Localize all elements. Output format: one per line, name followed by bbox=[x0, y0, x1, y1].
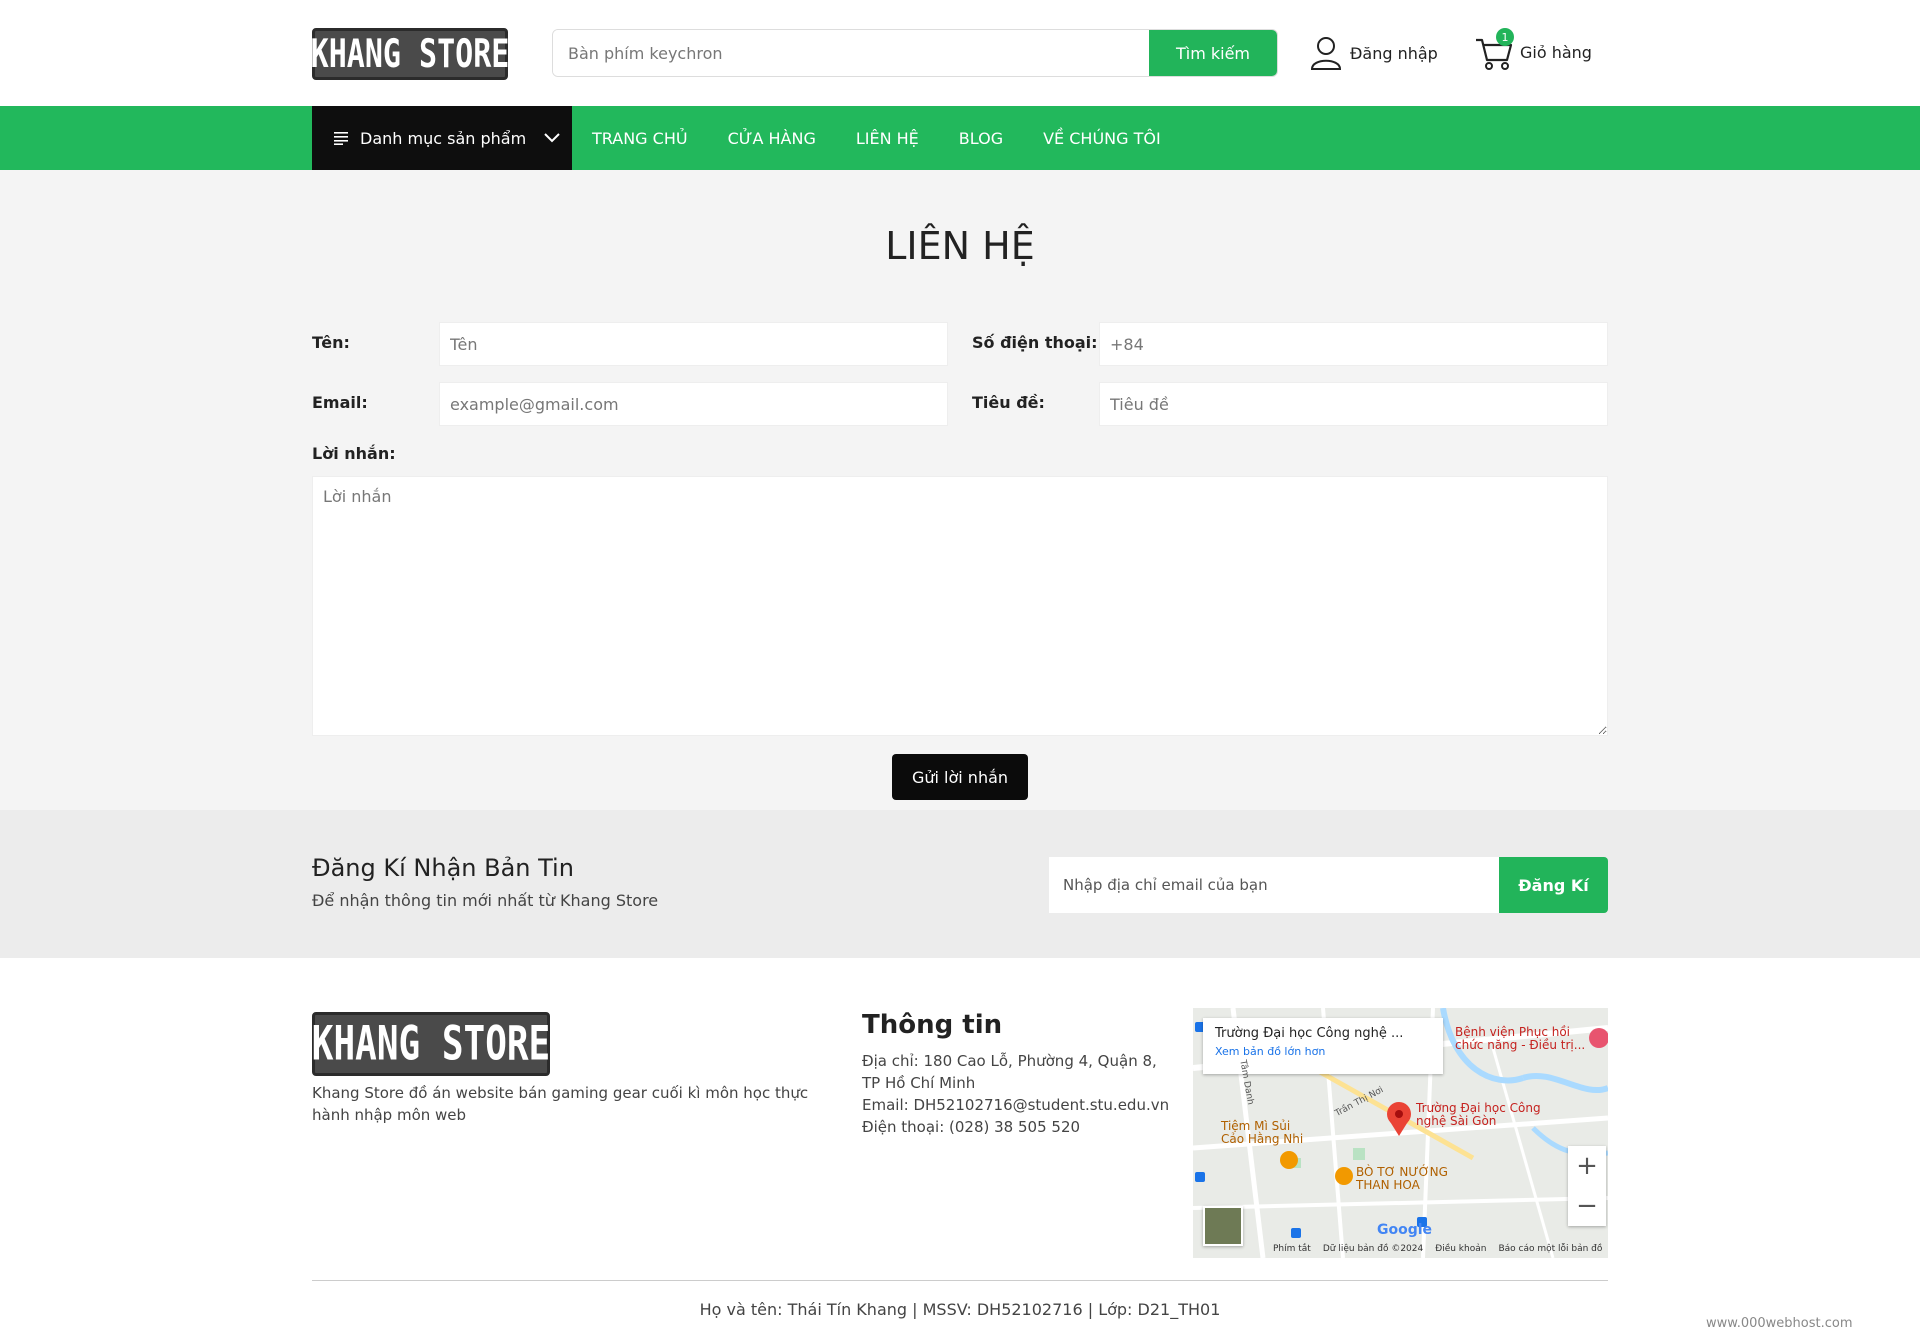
map-data: Dữ liệu bản đồ ©2024 bbox=[1322, 1244, 1424, 1254]
newsletter-title: Đăng Kí Nhận Bản Tin bbox=[312, 854, 574, 882]
category-menu-label: Danh mục sản phẩm bbox=[360, 128, 527, 148]
zoom-in-button[interactable]: + bbox=[1568, 1146, 1606, 1186]
search-button[interactable]: Tìm kiếm bbox=[1149, 30, 1277, 76]
newsletter-subscribe-button[interactable]: Đăng Kí bbox=[1499, 857, 1608, 913]
search-bar: Tìm kiếm bbox=[552, 29, 1278, 77]
nav-links: TRANG CHỦ CỬA HÀNG LIÊN HỆ BLOG VỀ CHÚNG… bbox=[592, 106, 1201, 170]
store-logo-text: KHANG STORE bbox=[310, 31, 510, 77]
email-label: Email: bbox=[312, 393, 368, 412]
newsletter-subtitle: Để nhận thông tin mới nhất từ Khang Stor… bbox=[312, 891, 659, 910]
footer-description: Khang Store đồ án website bán gaming gea… bbox=[312, 1084, 809, 1124]
main-nav: Danh mục sản phẩm TRANG CHỦ CỬA HÀNG LIÊ… bbox=[0, 106, 1920, 170]
user-icon bbox=[1310, 37, 1342, 70]
footer-address: Địa chỉ: 180 Cao Lỗ, Phường 4, Quận 8, T… bbox=[862, 1052, 1157, 1092]
cart-count-badge: 1 bbox=[1496, 28, 1514, 46]
footer-email: Email: DH52102716@student.stu.edu.vn bbox=[862, 1096, 1170, 1114]
map-card-title: Trường Đại học Công nghệ ... bbox=[1215, 1026, 1404, 1041]
name-label: Tên: bbox=[312, 333, 350, 352]
footer-credit: Họ và tên: Thái Tín Khang | MSSV: DH5210… bbox=[699, 1300, 1221, 1319]
login-label: Đăng nhập bbox=[1350, 43, 1438, 63]
footer-info: Địa chỉ: 180 Cao Lỗ, Phường 4, Quận 8, T… bbox=[862, 1050, 1172, 1138]
map-larger-link[interactable]: Xem bản đồ lớn hơn bbox=[1215, 1045, 1431, 1058]
google-map[interactable]: Trường Đại học Công nghệ ... Xem bản đồ … bbox=[1193, 1008, 1608, 1258]
store-logo[interactable]: KHANG STORE bbox=[310, 28, 510, 80]
nav-about[interactable]: VỀ CHÚNG TÔI bbox=[1043, 129, 1161, 148]
footer-phone: Điện thoại: (028) 38 505 520 bbox=[862, 1118, 1081, 1136]
list-icon bbox=[334, 132, 348, 145]
message-label: Lời nhắn: bbox=[312, 444, 396, 463]
chevron-down-icon bbox=[544, 133, 560, 143]
newsletter-section: Đăng Kí Nhận Bản Tin Để nhận thông tin m… bbox=[0, 810, 1920, 958]
footer-logo[interactable]: KHANG STORE bbox=[312, 1012, 550, 1076]
map-zoom-control: + − bbox=[1568, 1146, 1606, 1226]
map-terms[interactable]: Điều khoản bbox=[1435, 1244, 1486, 1254]
name-field[interactable] bbox=[439, 322, 948, 366]
nav-contact[interactable]: LIÊN HỆ bbox=[856, 129, 919, 148]
footer-logo-text: KHANG STORE bbox=[311, 1017, 551, 1071]
newsletter-email-input[interactable] bbox=[1049, 857, 1499, 913]
phone-label: Số điện thoại: bbox=[972, 333, 1098, 352]
message-field[interactable] bbox=[312, 476, 1608, 736]
map-place-tiem: Tiệm Mì Sủi Cảo Hằng Nhi bbox=[1221, 1119, 1304, 1146]
send-message-button[interactable]: Gửi lời nhắn bbox=[892, 754, 1028, 800]
map-shortcuts[interactable]: Phím tắt bbox=[1273, 1244, 1311, 1254]
cart-label: Giỏ hàng bbox=[1520, 42, 1592, 62]
google-logo: Google bbox=[1377, 1222, 1433, 1238]
nav-home[interactable]: TRANG CHỦ bbox=[592, 129, 688, 148]
login-link[interactable]: Đăng nhập bbox=[1310, 34, 1438, 72]
subject-field[interactable] bbox=[1099, 382, 1608, 426]
cart-link[interactable]: 1 Giỏ hàng bbox=[1474, 28, 1592, 72]
map-footer: Phím tắt Dữ liệu bản đồ ©2024 Điều khoản… bbox=[1273, 1244, 1602, 1254]
map-report[interactable]: Báo cáo một lỗi bản đồ bbox=[1498, 1244, 1602, 1254]
search-input[interactable] bbox=[553, 30, 1149, 76]
email-field[interactable] bbox=[439, 382, 948, 426]
nav-blog[interactable]: BLOG bbox=[959, 129, 1003, 148]
nav-store[interactable]: CỬA HÀNG bbox=[728, 129, 816, 148]
phone-field[interactable] bbox=[1099, 322, 1608, 366]
zoom-out-button[interactable]: − bbox=[1568, 1186, 1606, 1226]
map-place-bo: BÒ TƠ NƯỚNG THAN HOA bbox=[1356, 1165, 1448, 1192]
subject-label: Tiêu đề: bbox=[972, 393, 1045, 412]
cart-icon: 1 bbox=[1474, 28, 1514, 72]
page-title: LIÊN HỆ bbox=[885, 224, 1035, 268]
map-place-hospital: Bệnh viện Phục hồi chức năng - Điều trị.… bbox=[1455, 1025, 1586, 1052]
footer-info-title: Thông tin bbox=[862, 1010, 1003, 1040]
satellite-toggle[interactable] bbox=[1203, 1206, 1243, 1246]
map-place-main: Trường Đại học Công nghệ Sài Gòn bbox=[1416, 1101, 1541, 1128]
category-menu-button[interactable]: Danh mục sản phẩm bbox=[312, 106, 572, 170]
contact-section: LIÊN HỆ Tên: Số điện thoại: Email: Tiêu … bbox=[0, 170, 1920, 810]
site-footer: KHANG STORE Khang Store đồ án website bá… bbox=[0, 958, 1920, 1332]
site-header: KHANG STORE Tìm kiếm Đăng nhập 1 Giỏ hàn… bbox=[0, 0, 1920, 106]
footer-divider bbox=[312, 1280, 1608, 1281]
host-badge[interactable]: www.000webhost.com bbox=[1706, 1316, 1853, 1331]
